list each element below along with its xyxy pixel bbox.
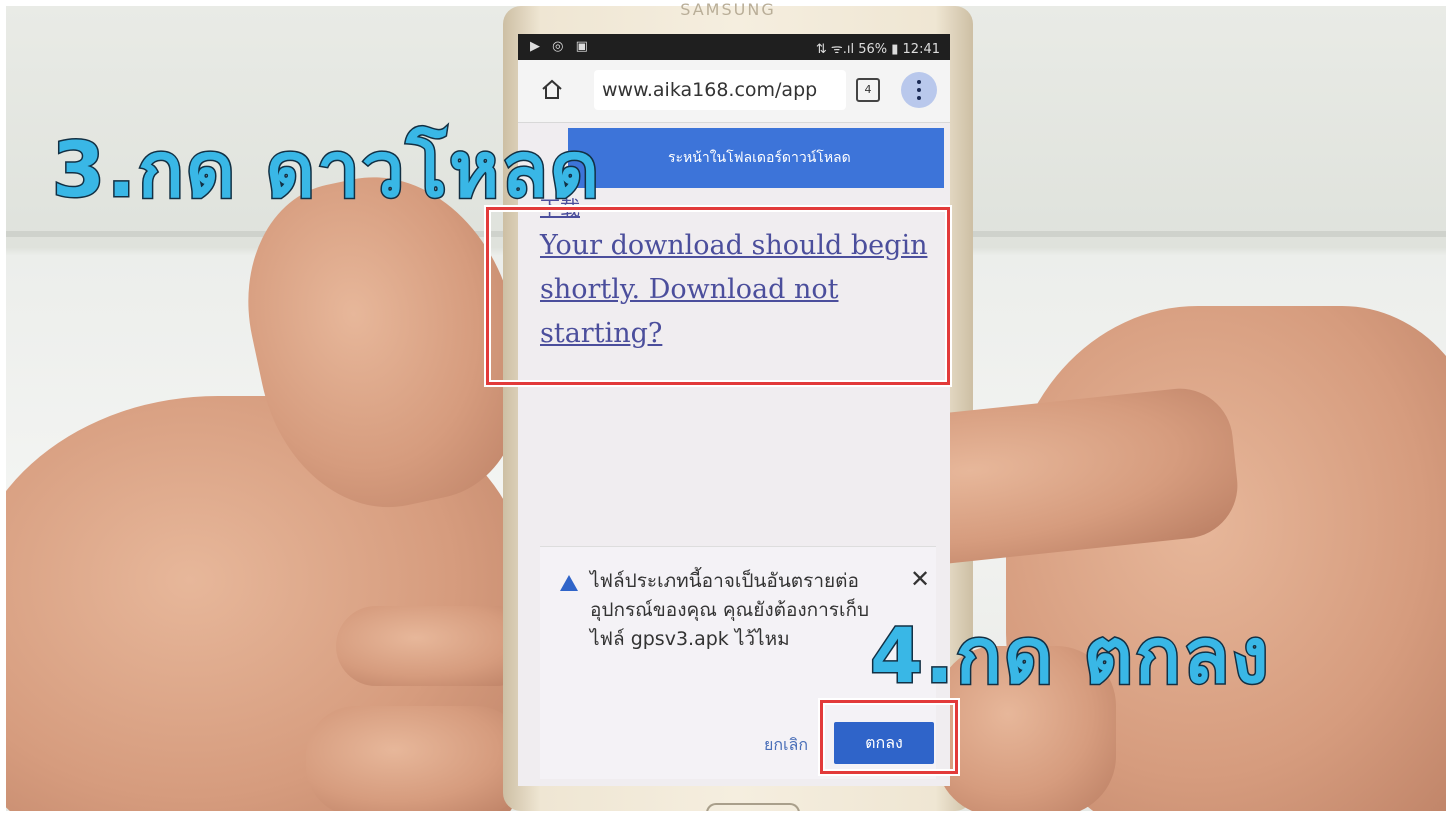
phone-home-button xyxy=(706,803,800,811)
step4-caption: 4.กด ตกลง xyxy=(869,610,1271,702)
status-bar: ▶ ◎ ▣ ⇅ ᯤ.ıl 56% ▮ 12:41 xyxy=(518,34,950,60)
download-toast: ระหน้าในโฟลเดอร์ดาวน์โหลด xyxy=(568,128,944,188)
cancel-button[interactable]: ยกเลิก xyxy=(746,727,826,763)
warning-icon xyxy=(560,575,578,591)
status-left-icons: ▶ ◎ ▣ xyxy=(530,39,592,54)
dialog-message: ไฟล์ประเภทนี้อาจเป็นอันตรายต่ออุปกรณ์ของ… xyxy=(590,570,870,650)
step3-caption: 3.กด ดาวโหลด xyxy=(50,124,602,216)
download-link-highlight xyxy=(486,207,950,385)
home-icon[interactable] xyxy=(540,78,564,102)
phone-brand: SAMSUNG xyxy=(680,0,776,19)
url-field[interactable]: www.aika168.com/app xyxy=(594,70,846,110)
status-right-indicators: ⇅ ᯤ.ıl 56% ▮ 12:41 xyxy=(815,42,940,57)
tab-switcher-icon[interactable]: 4 xyxy=(856,78,880,102)
more-vert-icon[interactable] xyxy=(901,72,937,108)
left-finger-lower xyxy=(306,706,526,811)
close-icon[interactable]: ✕ xyxy=(910,565,930,593)
